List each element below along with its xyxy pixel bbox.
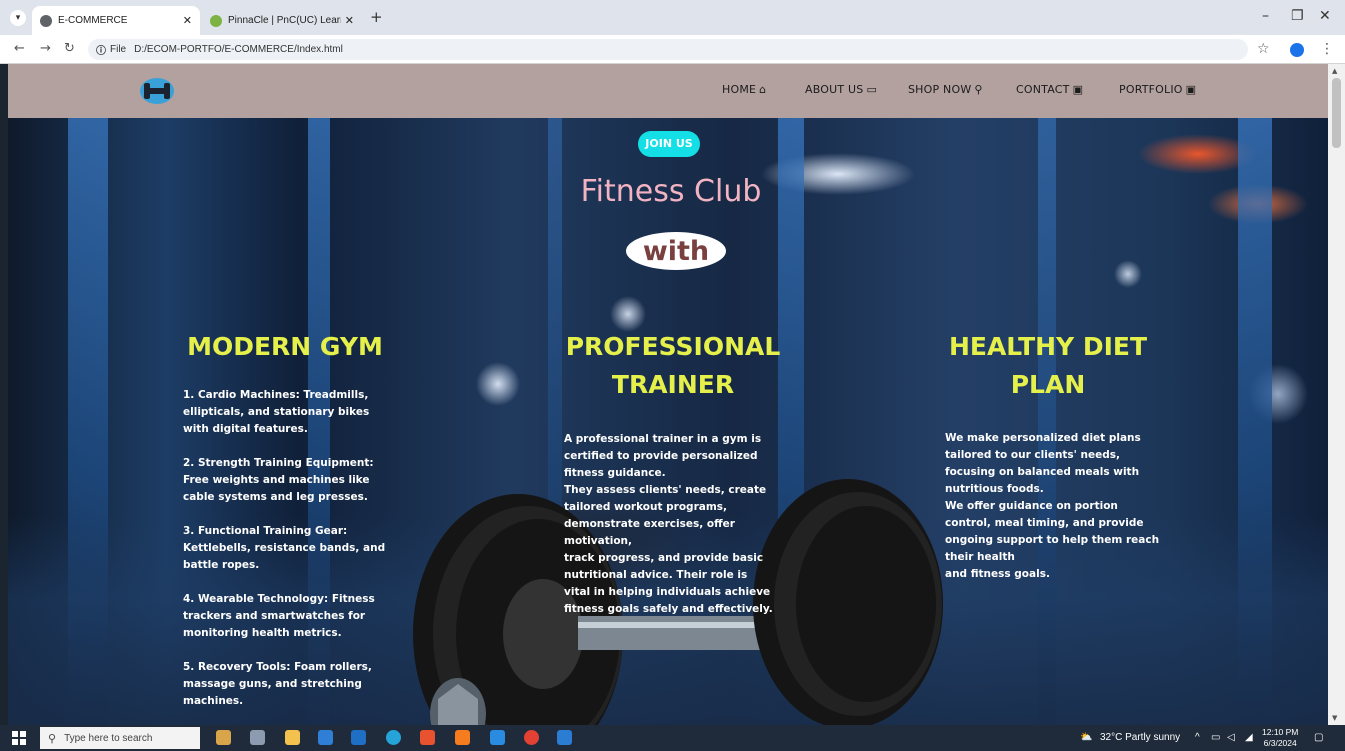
globe-icon [40, 14, 52, 27]
vscode-icon[interactable] [490, 730, 505, 745]
taskbar-search-placeholder: Type here to search [64, 732, 153, 744]
paragraph-line: and fitness goals. [945, 568, 1050, 580]
list-item: 5. Recovery Tools: Foam rollers, massage… [183, 661, 372, 707]
taskbar-search-input[interactable]: ⚲ Type here to search [40, 727, 200, 749]
address-bar: ← → ↻ ⓘ File D:/ECOM-PORTFO/E-COMMERCE/I… [0, 35, 1345, 64]
list-item: 3. Functional Training Gear: Kettlebells… [183, 525, 386, 571]
modern-gym-list: 1. Cardio Machines: Treadmills, elliptic… [183, 387, 393, 725]
nav-about-us[interactable]: ABOUT US ▭ [805, 83, 877, 96]
list-item: 1. Cardio Machines: Treadmills, elliptic… [183, 389, 370, 435]
paragraph-line: We offer guidance on portion control, me… [945, 500, 1160, 563]
url-prefix: File [110, 44, 127, 55]
browser-tab-bar: ▾ E-COMMERCE ✕ PinnaCle | PnC(UC) Learni… [0, 0, 1345, 35]
back-arrow-icon[interactable]: ← [14, 41, 25, 56]
notification-icon[interactable]: ▢ [1314, 732, 1323, 743]
info-icon[interactable]: ⓘ [96, 42, 106, 57]
hero-subtitle: with [642, 235, 710, 267]
clock-time: 12:10 PM [1262, 727, 1299, 737]
healthy-diet-heading: HEALTHY DIET PLAN [948, 332, 1148, 399]
portfolio-icon: ▣ [1185, 83, 1197, 96]
scrollbar-thumb[interactable] [1332, 78, 1341, 148]
windows-taskbar: ⚲ Type here to search ⛅ 32°C Partly sunn… [0, 725, 1345, 751]
tab-title: E-COMMERCE [58, 15, 128, 26]
hero-title: Fitness Club [580, 174, 762, 209]
modern-gym-heading: MODERN GYM [187, 332, 383, 361]
contact-card-icon: ▣ [1072, 83, 1084, 96]
new-tab-button[interactable]: + [370, 10, 383, 25]
tray-chevron-icon[interactable]: ^ [1195, 732, 1200, 743]
taskbar-clock[interactable]: 12:10 PM 6/3/2024 [1262, 727, 1298, 749]
join-us-button[interactable]: JOIN US [638, 131, 700, 157]
url-input[interactable]: ⓘ File D:/ECOM-PORTFO/E-COMMERCE/Index.h… [88, 39, 1248, 60]
url-text: D:/ECOM-PORTFO/E-COMMERCE/Index.html [134, 44, 343, 55]
store-icon[interactable] [318, 730, 333, 745]
page-viewport: HOME ⌂ ABOUT US ▭ SHOP NOW ⚲ CONTACT ▣ PORTF… [8, 64, 1328, 725]
nav-links: HOME ⌂ ABOUT US ▭ SHOP NOW ⚲ CONTACT ▣ PORTF… [8, 64, 1328, 118]
file-explorer-icon[interactable] [285, 730, 300, 745]
nav-home-label: HOME [722, 83, 757, 96]
word-icon[interactable] [557, 730, 572, 745]
nav-home[interactable]: HOME ⌂ [722, 83, 766, 96]
nav-shop-now[interactable]: SHOP NOW ⚲ [908, 83, 983, 96]
nav-contact[interactable]: CONTACT ▣ [1016, 83, 1083, 96]
profile-avatar-icon[interactable] [1290, 43, 1304, 57]
paragraph-line: A professional trainer in a gym is certi… [564, 433, 762, 479]
weather-text[interactable]: 32°C Partly sunny [1100, 732, 1180, 743]
paragraph-line: They assess clients' needs, create tailo… [564, 484, 767, 547]
edge-icon[interactable] [386, 730, 401, 745]
brave-icon[interactable] [420, 730, 435, 745]
restore-button[interactable]: ❐ [1291, 8, 1304, 24]
volume-icon[interactable]: ◁ [1227, 732, 1235, 743]
close-icon[interactable]: ✕ [345, 14, 354, 27]
nav-shop-label: SHOP NOW [908, 83, 972, 96]
paragraph-line: We make personalized diet plans tailored… [945, 432, 1141, 495]
id-card-icon: ▭ [866, 83, 878, 96]
hero-subtitle-bubble: with [626, 232, 726, 270]
professional-trainer-heading: PROFESSIONAL TRAINER [565, 332, 781, 399]
close-window-button[interactable]: ✕ [1319, 8, 1331, 24]
tab-title: PinnaCle | PnC(UC) Learning Ma [228, 15, 341, 26]
minimize-button[interactable]: – [1262, 8, 1269, 24]
paragraph-line: track progress, and provide basic nutrit… [564, 552, 773, 615]
page-scrollbar[interactable]: ▲ ▼ [1328, 64, 1345, 725]
scroll-up-icon[interactable]: ▲ [1332, 67, 1337, 75]
news-widget-icon[interactable] [216, 730, 231, 745]
windows-start-icon[interactable] [12, 731, 26, 745]
search-icon: ⚲ [48, 732, 57, 745]
weather-icon[interactable]: ⛅ [1080, 732, 1092, 743]
scroll-down-icon[interactable]: ▼ [1332, 714, 1337, 722]
mail-icon[interactable] [351, 730, 366, 745]
list-item: 4. Wearable Technology: Fitness trackers… [183, 593, 375, 639]
tab-ecommerce[interactable]: E-COMMERCE ✕ [32, 6, 200, 35]
pinnacle-favicon-icon [210, 14, 222, 27]
reload-icon[interactable]: ↻ [64, 41, 75, 56]
nav-portfolio-label: PORTFOLIO [1119, 83, 1183, 96]
menu-kebab-icon[interactable]: ⋮ [1320, 41, 1334, 57]
wifi-icon[interactable]: ◢ [1245, 732, 1253, 743]
nav-contact-label: CONTACT [1016, 83, 1070, 96]
tab-pinnacle[interactable]: PinnaCle | PnC(UC) Learning Ma ✕ [202, 6, 362, 35]
xampp-icon[interactable] [455, 730, 470, 745]
professional-trainer-text: A professional trainer in a gym is certi… [564, 431, 774, 618]
nav-portfolio[interactable]: PORTFOLIO ▣ [1119, 83, 1196, 96]
tab-search-icon[interactable]: ▾ [10, 10, 26, 26]
nav-about-label: ABOUT US [805, 83, 864, 96]
clock-date: 6/3/2024 [1263, 738, 1297, 748]
bookmark-star-icon[interactable]: ☆ [1257, 41, 1270, 57]
search-icon: ⚲ [974, 83, 983, 96]
healthy-diet-text: We make personalized diet plans tailored… [945, 430, 1160, 583]
task-view-icon[interactable] [250, 730, 265, 745]
network-icon[interactable]: ▭ [1211, 732, 1220, 743]
forward-arrow-icon[interactable]: → [40, 41, 51, 56]
home-icon: ⌂ [759, 83, 767, 96]
chrome-icon[interactable] [524, 730, 539, 745]
list-item: 2. Strength Training Equipment: Free wei… [183, 457, 374, 503]
close-icon[interactable]: ✕ [183, 14, 192, 27]
site-navbar: HOME ⌂ ABOUT US ▭ SHOP NOW ⚲ CONTACT ▣ PORTF… [8, 64, 1328, 118]
